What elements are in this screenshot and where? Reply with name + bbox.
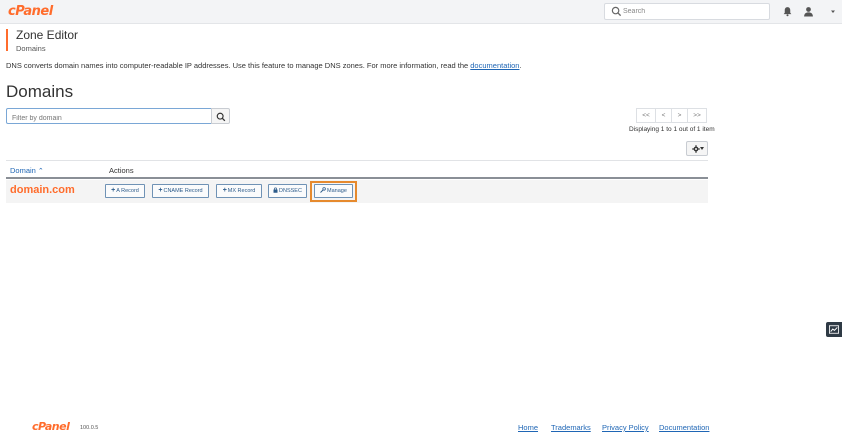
prev-page-button[interactable]: < xyxy=(655,108,672,123)
add-a-record-button[interactable]: +A Record xyxy=(105,184,145,198)
search-box[interactable] xyxy=(604,3,770,20)
table-row: domain.com +A Record +CNAME Record +MX R… xyxy=(6,180,708,203)
filter-input[interactable] xyxy=(7,111,211,126)
sort-ascending-icon: ⌃ xyxy=(37,168,44,175)
domain-column-label: Domain xyxy=(10,166,36,175)
breadcrumb: Domains xyxy=(16,44,46,53)
settings-button[interactable] xyxy=(686,141,708,156)
filter-search-button[interactable] xyxy=(211,108,230,124)
last-page-button[interactable]: >> xyxy=(687,108,707,123)
pagination: << < > >> xyxy=(636,108,707,123)
user-icon[interactable] xyxy=(803,6,814,17)
gear-icon xyxy=(692,145,700,153)
intro-suffix: . xyxy=(519,61,522,70)
plus-icon: + xyxy=(158,187,163,194)
cname-record-label: CNAME Record xyxy=(163,188,203,194)
intro-text: DNS converts domain names into computer-… xyxy=(6,61,522,70)
domain-link[interactable]: domain.com xyxy=(10,184,75,196)
plus-icon: + xyxy=(222,187,227,194)
caret-down-icon[interactable] xyxy=(829,7,837,16)
section-title: Domains xyxy=(6,82,74,101)
first-page-button[interactable]: << xyxy=(636,108,656,123)
page-title: Zone Editor xyxy=(16,28,79,42)
footer-privacy-link[interactable]: Privacy Policy xyxy=(602,423,649,432)
lock-icon xyxy=(273,187,278,193)
caret-down-icon xyxy=(700,147,704,150)
add-cname-record-button[interactable]: +CNAME Record xyxy=(152,184,209,198)
mx-record-label: MX Record xyxy=(227,188,256,194)
stats-side-tab[interactable] xyxy=(826,322,842,337)
footer-home-link[interactable]: Home xyxy=(518,423,538,432)
manage-highlight xyxy=(310,181,357,202)
chart-icon xyxy=(829,325,839,334)
footer-logo[interactable]: cPanel xyxy=(32,420,70,433)
pagination-info: Displaying 1 to 1 out of 1 item xyxy=(629,126,715,133)
footer-documentation-link[interactable]: Documentation xyxy=(659,423,709,432)
actions-column-header: Actions xyxy=(109,166,134,175)
documentation-link[interactable]: documentation xyxy=(470,61,519,70)
page-header: Zone Editor Domains xyxy=(6,28,79,53)
top-bar: cPanel xyxy=(0,0,842,24)
dnssec-button[interactable]: DNSSEC xyxy=(268,184,307,198)
search-icon xyxy=(611,6,622,17)
cpanel-logo[interactable]: cPanel xyxy=(8,4,53,19)
table-header: Domain ⌃ Actions xyxy=(6,160,708,179)
footer-trademarks-link[interactable]: Trademarks xyxy=(551,423,591,432)
bell-icon[interactable] xyxy=(782,6,793,17)
version-text: 100.0.5 xyxy=(80,425,99,431)
domain-column-header[interactable]: Domain ⌃ xyxy=(10,166,44,175)
a-record-label: A Record xyxy=(116,188,139,194)
filter-box[interactable] xyxy=(6,108,212,126)
plus-icon: + xyxy=(111,187,116,194)
next-page-button[interactable]: > xyxy=(671,108,688,123)
add-mx-record-button[interactable]: +MX Record xyxy=(216,184,262,198)
dnssec-label: DNSSEC xyxy=(279,188,302,194)
search-input[interactable] xyxy=(623,5,763,18)
search-icon xyxy=(216,112,226,122)
intro-body: DNS converts domain names into computer-… xyxy=(6,61,471,70)
